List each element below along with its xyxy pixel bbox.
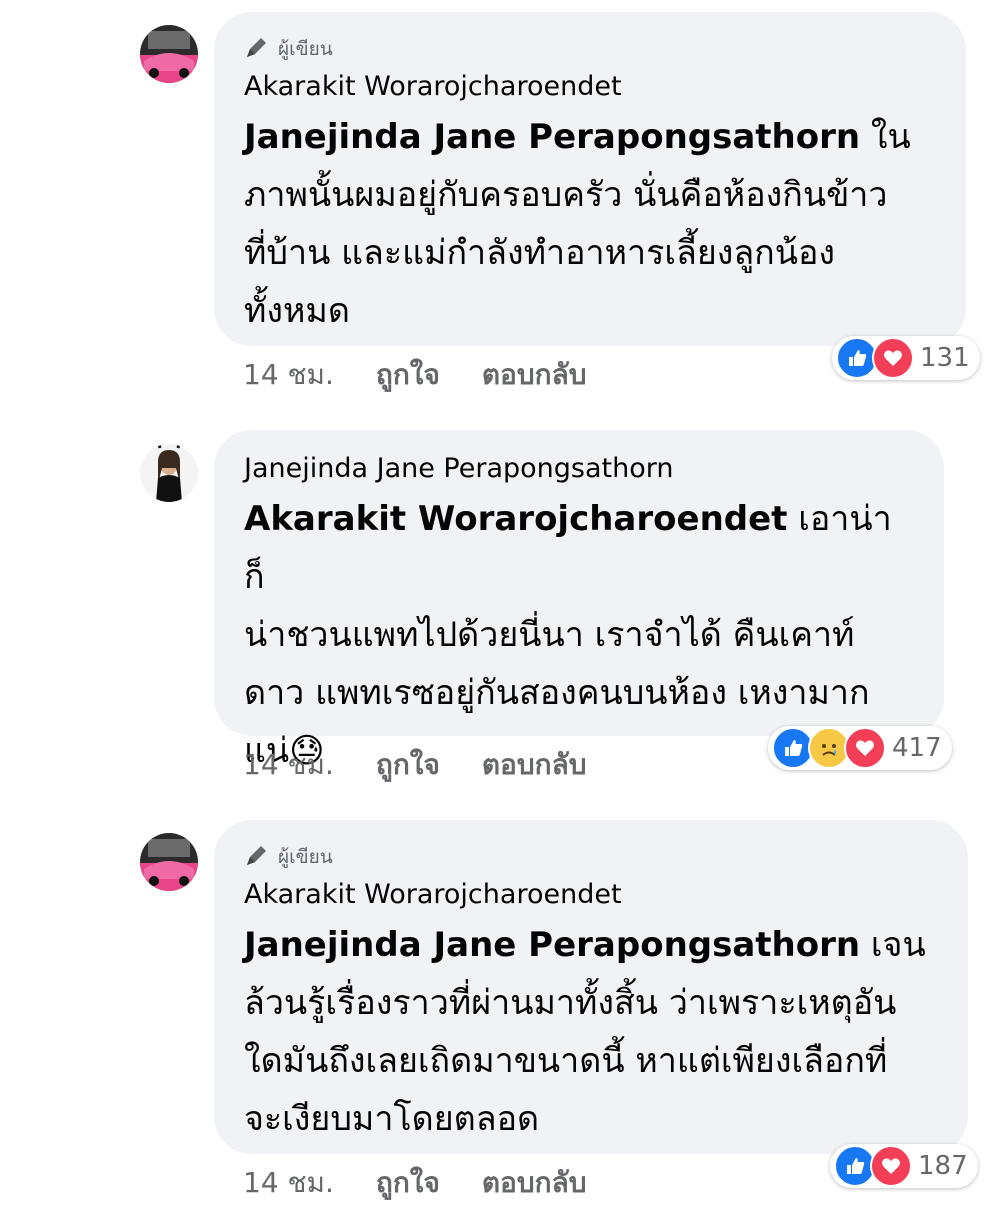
reply-button[interactable]: ตอบกลับ: [482, 743, 587, 787]
mention-link[interactable]: Akarakit Woraroj­charoendet: [244, 499, 787, 539]
reaction-summary[interactable]: 187: [830, 1144, 978, 1188]
reaction-count: 417: [892, 733, 942, 763]
comment-line: ที่บ้าน และแม่กำลังทำอาหารเลี้ยงลูกน้อง: [244, 233, 836, 273]
comment-line: น่าชวนแพทไปด้วยนี่นา เราจำได้ คืนเคาท์: [244, 615, 855, 655]
author-badge: ผู้เขียน: [244, 34, 936, 64]
love-icon: [870, 1145, 912, 1187]
comment-time[interactable]: 14 ชม.: [243, 1161, 334, 1205]
comment-bubble: ผู้เขียน Akarakit Woraroj­charoendet Jan…: [214, 12, 966, 346]
comment-line: ดาว แพทเรซอยู่กันสองคนบนห้อง เหงามาก: [244, 673, 870, 713]
comment-actions: 14 ชม. ถูกใจ ตอบกลับ: [243, 353, 629, 397]
comment-line: ใน: [860, 117, 911, 157]
pen-icon: [244, 842, 270, 873]
reaction-summary[interactable]: 131: [832, 336, 980, 380]
mention-link[interactable]: Janejinda Jane Perapongsathorn: [244, 117, 860, 157]
reply-button[interactable]: ตอบกลับ: [482, 353, 587, 397]
comment-line: ทั้งหมด: [244, 291, 350, 331]
reaction-count: 131: [920, 343, 970, 373]
comment-time[interactable]: 14 ชม.: [243, 353, 334, 397]
comment-line: ภาพนั้นผมอยู่กับครอบครัว นั่นคือห้องกินข…: [244, 175, 888, 215]
comment-bubble: Janejinda Jane Perapongsathorn Akarakit …: [214, 430, 944, 771]
comment-line: เจน: [860, 925, 926, 965]
comment-bubble: ผู้เขียน Akarakit Woraroj­charoendet Jan…: [214, 820, 968, 1154]
comment-actions: 14 ชม. ถูกใจ ตอบกลับ: [243, 743, 629, 787]
comment-time[interactable]: 14 ชม.: [243, 743, 334, 787]
like-button[interactable]: ถูกใจ: [376, 353, 440, 397]
comment-line: ใดมันถึงเลยเถิดมาขนาดนี้ หาแต่เพียงเลือก…: [244, 1041, 888, 1081]
pen-icon: [244, 34, 270, 65]
author-badge: ผู้เขียน: [244, 842, 938, 872]
like-button[interactable]: ถูกใจ: [376, 1161, 440, 1205]
reply-button[interactable]: ตอบกลับ: [482, 1161, 587, 1205]
author-badge-label: ผู้เขียน: [278, 38, 333, 60]
comment-text: Janejinda Jane Perapongsathorn เจน ล้วนร…: [244, 916, 938, 1148]
comment-author[interactable]: Janejinda Jane Perapongsathorn: [244, 450, 914, 488]
avatar[interactable]: [140, 444, 198, 502]
comment-text: Janejinda Jane Perapongsathorn ใน ภาพนั้…: [244, 108, 936, 340]
reaction-count: 187: [918, 1151, 968, 1181]
comment-author[interactable]: Akarakit Woraroj­charoendet: [244, 876, 938, 914]
comment-author[interactable]: Akarakit Woraroj­charoendet: [244, 68, 936, 106]
comment-actions: 14 ชม. ถูกใจ ตอบกลับ: [243, 1161, 629, 1205]
love-icon: [872, 337, 914, 379]
comment-line: จะเงียบมาโดยตลอด: [244, 1099, 540, 1139]
avatar[interactable]: [140, 833, 198, 891]
reaction-summary[interactable]: 417: [768, 726, 952, 770]
mention-link[interactable]: Janejinda Jane Perapongsathorn: [244, 925, 860, 965]
author-badge-label: ผู้เขียน: [278, 846, 333, 868]
comment-line: ล้วนรู้เรื่องราวที่ผ่านมาทั้งสิ้น ว่าเพร…: [244, 983, 897, 1023]
like-button[interactable]: ถูกใจ: [376, 743, 440, 787]
love-icon: [844, 727, 886, 769]
avatar[interactable]: [140, 25, 198, 83]
